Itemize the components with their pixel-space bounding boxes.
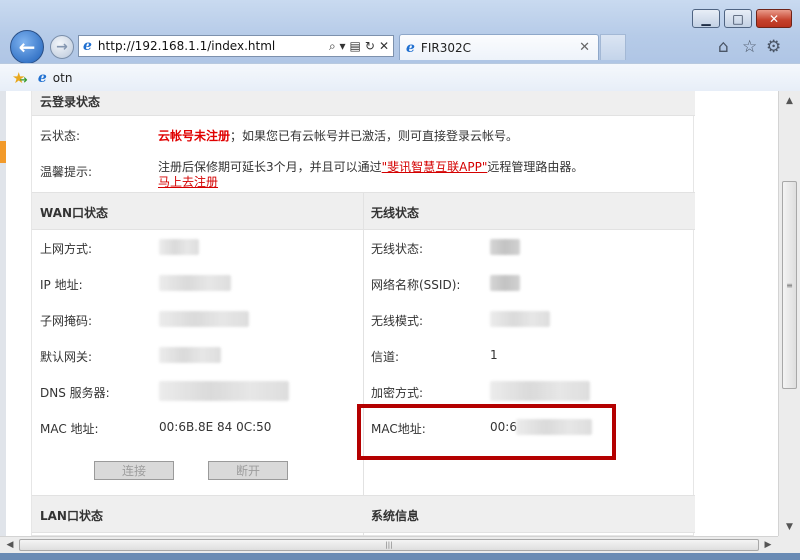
wireless-section-title: 无线状态 — [371, 206, 420, 220]
scroll-right-arrow-icon[interactable]: ▶ — [760, 537, 776, 553]
wan-row-label: 上网方式: — [40, 242, 93, 256]
tip-prefix: 注册后保修期可延长3个月，并且可以通过 — [158, 160, 382, 174]
wireless-row-label: 无线模式: — [371, 314, 424, 328]
system-section-title: 系统信息 — [371, 509, 420, 523]
refresh-icon[interactable]: ↻ — [365, 39, 375, 53]
wireless-row-label: 网络名称(SSID): — [371, 278, 461, 292]
favorites-item-label: otn — [52, 70, 73, 85]
wan-mac-value: 00:6B.8E 84 0C:50 — [159, 420, 272, 434]
tab-title: FIR302C — [420, 40, 471, 55]
close-window-button[interactable]: ✕ — [756, 9, 792, 28]
minimize-button[interactable]: ▁ — [692, 9, 720, 28]
wan-row-label: 子网掩码: — [40, 314, 93, 328]
search-dropdown-icon[interactable]: ⌕ ▾ — [329, 39, 346, 54]
new-tab-button[interactable] — [600, 34, 626, 60]
cloud-section-title: 云登录状态 — [40, 95, 101, 109]
tip-label: 温馨提示: — [40, 165, 93, 179]
wireless-mac-redacted — [516, 419, 592, 435]
home-icon[interactable]: ⌂ — [718, 37, 729, 57]
disconnect-button[interactable]: 断开 — [208, 461, 288, 480]
favorites-item-otn[interactable]: e otn — [38, 70, 73, 86]
wireless-mac-value: 00:6 — [490, 420, 517, 434]
wireless-row-label: MAC地址: — [371, 422, 426, 436]
address-bar[interactable]: e http://192.168.1.1/index.html ⌕ ▾ ▤ ↻ … — [78, 35, 394, 57]
cloud-status-line: 云帐号未注册；如果您已有云帐号并已激活，则可直接登录云帐号。 — [158, 127, 518, 144]
tools-gear-icon[interactable]: ⚙ — [766, 37, 781, 57]
wireless-row-label: 无线状态: — [371, 242, 424, 256]
vertical-scrollbar[interactable]: ▲ ≡ ▼ — [778, 91, 800, 536]
stop-icon[interactable]: ✕ — [379, 39, 389, 53]
connect-button[interactable]: 连接 — [94, 461, 174, 480]
register-now-link[interactable]: 马上去注册 — [158, 173, 218, 190]
status-panel: 云登录状态 云状态: 云帐号未注册；如果您已有云帐号并已激活，则可直接登录云帐号… — [31, 91, 695, 536]
vertical-scroll-thumb[interactable]: ≡ — [782, 181, 797, 389]
tip-suffix: 远程管理路由器。 — [487, 160, 584, 174]
scroll-up-arrow-icon[interactable]: ▲ — [781, 92, 798, 109]
page-viewport: 云登录状态 云状态: 云帐号未注册；如果您已有云帐号并已激活，则可直接登录云帐号… — [0, 91, 778, 536]
forward-button[interactable]: → — [50, 35, 74, 59]
tip-line: 注册后保修期可延长3个月，并且可以通过"斐讯智慧互联APP"远程管理路由器。 — [158, 158, 583, 175]
horizontal-scrollbar[interactable]: ◀ ||| ▶ — [0, 536, 778, 553]
forward-arrow-icon: → — [56, 39, 68, 55]
wireless-mode-redacted — [490, 311, 550, 327]
wan-row-label: IP 地址: — [40, 278, 83, 292]
compatibility-view-icon[interactable]: ▤ — [350, 39, 361, 53]
wan-gateway-redacted — [159, 347, 221, 363]
wan-netmask-redacted — [159, 311, 249, 327]
wan-type-redacted — [159, 239, 199, 255]
maximize-button[interactable]: □ — [724, 9, 752, 28]
window-bottom-frame — [0, 553, 800, 560]
browser-tab[interactable]: e FIR302C ✕ — [399, 34, 599, 60]
wireless-channel-value: 1 — [490, 348, 498, 362]
back-arrow-icon: ← — [18, 35, 36, 59]
scrollbar-corner — [778, 536, 800, 553]
wan-ip-redacted — [159, 275, 231, 291]
wireless-ssid-redacted — [490, 275, 520, 291]
lan-section-title: LAN口状态 — [40, 509, 103, 523]
wireless-status-redacted — [490, 239, 520, 255]
wan-row-label: 默认网关: — [40, 350, 93, 364]
favorite-ie-icon: e — [37, 69, 47, 86]
cloud-status-value: 云帐号未注册 — [158, 129, 231, 143]
favorites-star-icon[interactable]: ☆ — [742, 37, 757, 57]
wan-dns-redacted — [159, 381, 289, 401]
wireless-row-label: 信道: — [371, 350, 400, 364]
wan-row-label: MAC 地址: — [40, 422, 99, 436]
cloud-status-header: 云登录状态 — [32, 91, 695, 116]
column-divider — [363, 192, 364, 536]
cloud-status-label: 云状态: — [40, 129, 81, 143]
wireless-row-label: 加密方式: — [371, 386, 424, 400]
scroll-down-arrow-icon[interactable]: ▼ — [781, 518, 798, 535]
lan-system-header: LAN口状态 系统信息 — [32, 495, 695, 533]
ie-page-icon: e — [83, 38, 92, 54]
favorites-bar: ★ ➜ e otn — [0, 63, 800, 91]
url-text[interactable]: http://192.168.1.1/index.html — [98, 39, 329, 53]
scroll-left-arrow-icon[interactable]: ◀ — [2, 537, 18, 553]
add-favorite-arrow-icon: ➜ — [19, 75, 28, 86]
back-button[interactable]: ← — [10, 30, 44, 64]
horizontal-scroll-thumb[interactable]: ||| — [19, 539, 759, 551]
browser-chrome: ▁ □ ✕ ← → e http://192.168.1.1/index.htm… — [0, 0, 800, 91]
active-nav-marker — [0, 141, 6, 163]
left-nav-strip — [0, 91, 6, 536]
tab-favicon-icon: e — [406, 39, 415, 56]
wan-section-title: WAN口状态 — [40, 206, 109, 220]
app-link[interactable]: "斐讯智慧互联APP" — [382, 160, 488, 174]
wan-row-label: DNS 服务器: — [40, 386, 110, 400]
tab-close-icon[interactable]: ✕ — [579, 40, 590, 55]
cloud-status-desc: ；如果您已有云帐号并已激活，则可直接登录云帐号。 — [230, 129, 519, 143]
wireless-encryption-redacted — [490, 381, 590, 401]
